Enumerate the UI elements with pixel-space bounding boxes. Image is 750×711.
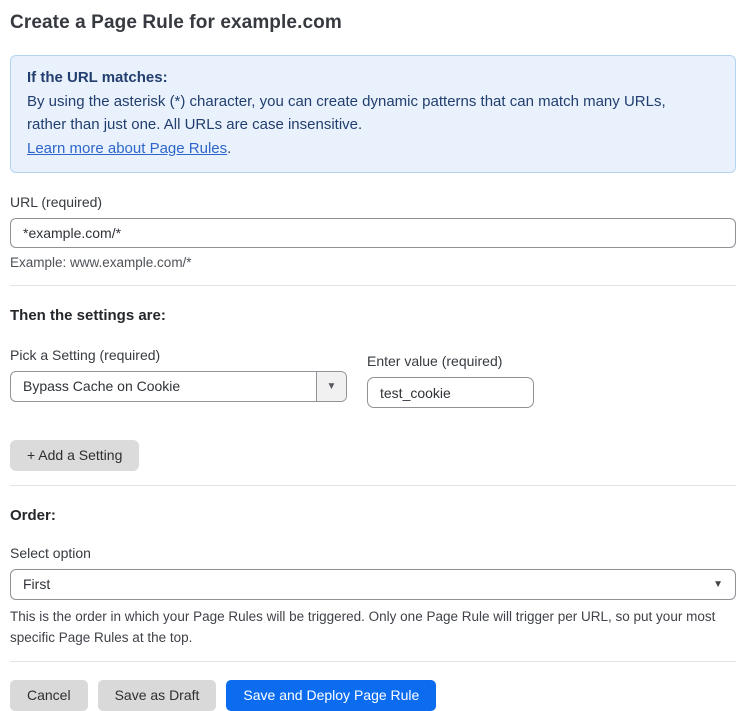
url-match-info-box: If the URL matches: By using the asteris… — [10, 55, 736, 173]
divider — [10, 485, 736, 486]
page-title: Create a Page Rule for example.com — [10, 12, 736, 34]
url-label: URL (required) — [10, 194, 736, 210]
url-input[interactable] — [10, 218, 736, 248]
link-suffix: . — [227, 140, 231, 157]
settings-row: Pick a Setting (required) Bypass Cache o… — [10, 347, 736, 408]
order-help-text: This is the order in which your Page Rul… — [10, 606, 730, 648]
page-rule-form: Create a Page Rule for example.com If th… — [0, 0, 750, 711]
url-example-text: Example: www.example.com/* — [10, 255, 736, 270]
chevron-down-icon: ▼ — [713, 570, 723, 599]
actions-row: Cancel Save as Draft Save and Deploy Pag… — [10, 680, 736, 711]
setting-picker-label: Pick a Setting (required) — [10, 347, 347, 363]
info-box-link-line: Learn more about Page Rules. — [27, 137, 719, 161]
save-draft-button[interactable]: Save as Draft — [98, 680, 217, 711]
setting-value-input[interactable] — [367, 377, 534, 408]
learn-more-link[interactable]: Learn more about Page Rules — [27, 140, 227, 157]
add-setting-button[interactable]: + Add a Setting — [10, 440, 139, 471]
divider — [10, 661, 736, 662]
divider — [10, 285, 736, 286]
settings-heading: Then the settings are: — [10, 307, 736, 324]
order-select-label: Select option — [10, 545, 736, 561]
setting-select-value: Bypass Cache on Cookie — [11, 372, 316, 401]
chevron-down-icon[interactable]: ▼ — [316, 372, 346, 401]
order-heading: Order: — [10, 507, 736, 524]
setting-picker-column: Pick a Setting (required) Bypass Cache o… — [10, 347, 347, 408]
order-select[interactable]: First ▼ — [10, 569, 736, 600]
setting-value-label: Enter value (required) — [367, 353, 534, 369]
cancel-button[interactable]: Cancel — [10, 680, 88, 711]
save-deploy-button[interactable]: Save and Deploy Page Rule — [226, 680, 436, 711]
info-box-body: By using the asterisk (*) character, you… — [27, 90, 687, 137]
setting-select[interactable]: Bypass Cache on Cookie ▼ — [10, 371, 347, 402]
setting-value-column: Enter value (required) — [367, 347, 534, 408]
info-box-heading: If the URL matches: — [27, 66, 719, 90]
order-select-value: First — [11, 576, 62, 592]
